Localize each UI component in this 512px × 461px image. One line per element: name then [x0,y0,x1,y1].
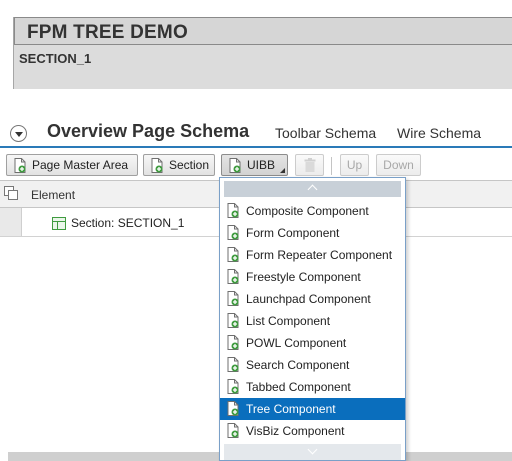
menu-item-composite-component[interactable]: Composite Component [220,200,405,222]
menu-item-tree-component[interactable]: Tree Component [220,398,405,420]
trash-icon [304,158,315,172]
column-header-element[interactable]: Element [31,188,75,202]
uibb-button-label: UIBB [247,158,276,172]
add-document-icon [229,158,241,173]
uibb-dropdown-menu: Composite Component Form Component Form … [219,177,406,461]
tab-overview-page-schema[interactable]: Overview Page Schema [47,121,249,142]
menu-item-list-component[interactable]: List Component [220,310,405,332]
add-document-icon [227,379,239,394]
menu-item-label: Launchpad Component [246,292,371,306]
down-button[interactable]: Down [376,154,421,176]
menu-item-label: List Component [246,314,331,328]
menu-item-label: Tree Component [246,402,336,416]
scroll-down-button[interactable] [224,444,401,460]
add-document-icon [227,357,239,372]
uibb-menu-button[interactable]: UIBB [221,154,288,176]
row-selector[interactable] [0,208,22,236]
menu-item-label: VisBiz Component [246,424,345,438]
tab-wire-schema[interactable]: Wire Schema [397,125,481,141]
add-document-icon [14,158,26,173]
menu-item-tabbed-component[interactable]: Tabbed Component [220,376,405,398]
menu-item-form-component[interactable]: Form Component [220,222,405,244]
delete-button[interactable] [295,154,324,176]
menu-item-visbiz-component[interactable]: VisBiz Component [220,420,405,442]
menu-item-label: Freestyle Component [246,270,361,284]
menu-item-label: POWL Component [246,336,347,350]
add-document-icon [227,335,239,350]
menu-item-label: Search Component [246,358,350,372]
row-label: Section: SECTION_1 [71,216,185,230]
section-button-label: Section [169,158,210,172]
menu-item-powl-component[interactable]: POWL Component [220,332,405,354]
add-document-icon [227,423,239,438]
application-header: FPM TREE DEMO SECTION_1 [13,17,512,89]
menu-item-label: Tabbed Component [246,380,351,394]
add-document-icon [227,291,239,306]
section-button[interactable]: Section [143,154,215,176]
collapse-chevron-icon[interactable] [10,125,27,142]
menu-item-form-repeater-component[interactable]: Form Repeater Component [220,244,405,266]
add-document-icon [227,247,239,262]
add-document-icon [151,158,163,173]
schema-tab-strip: Overview Page Schema Toolbar Schema Wire… [0,118,512,148]
dropdown-corner-icon [280,168,285,173]
up-button[interactable]: Up [340,154,369,176]
add-document-icon [227,203,239,218]
add-document-icon [227,269,239,284]
menu-item-launchpad-component[interactable]: Launchpad Component [220,288,405,310]
page-title: FPM TREE DEMO [27,22,188,43]
menu-item-label: Form Repeater Component [246,248,393,262]
section-layout-icon [52,217,66,230]
menu-item-freestyle-component[interactable]: Freestyle Component [220,266,405,288]
add-document-icon [227,401,239,416]
menu-item-search-component[interactable]: Search Component [220,354,405,376]
tab-toolbar-schema[interactable]: Toolbar Schema [275,125,376,141]
title-bar: FPM TREE DEMO [14,17,512,45]
toolbar: Page Master Area Section UIBB Up Down [0,153,512,178]
toolbar-separator [331,157,332,175]
add-document-icon [227,225,239,240]
section-label: SECTION_1 [19,51,92,66]
select-all-icon[interactable] [4,186,18,200]
scroll-up-button[interactable] [224,181,401,197]
menu-item-label: Composite Component [246,204,369,218]
add-document-icon [227,313,239,328]
page-master-area-label: Page Master Area [32,158,129,172]
page-master-area-button[interactable]: Page Master Area [6,154,138,176]
menu-item-label: Form Component [246,226,340,240]
